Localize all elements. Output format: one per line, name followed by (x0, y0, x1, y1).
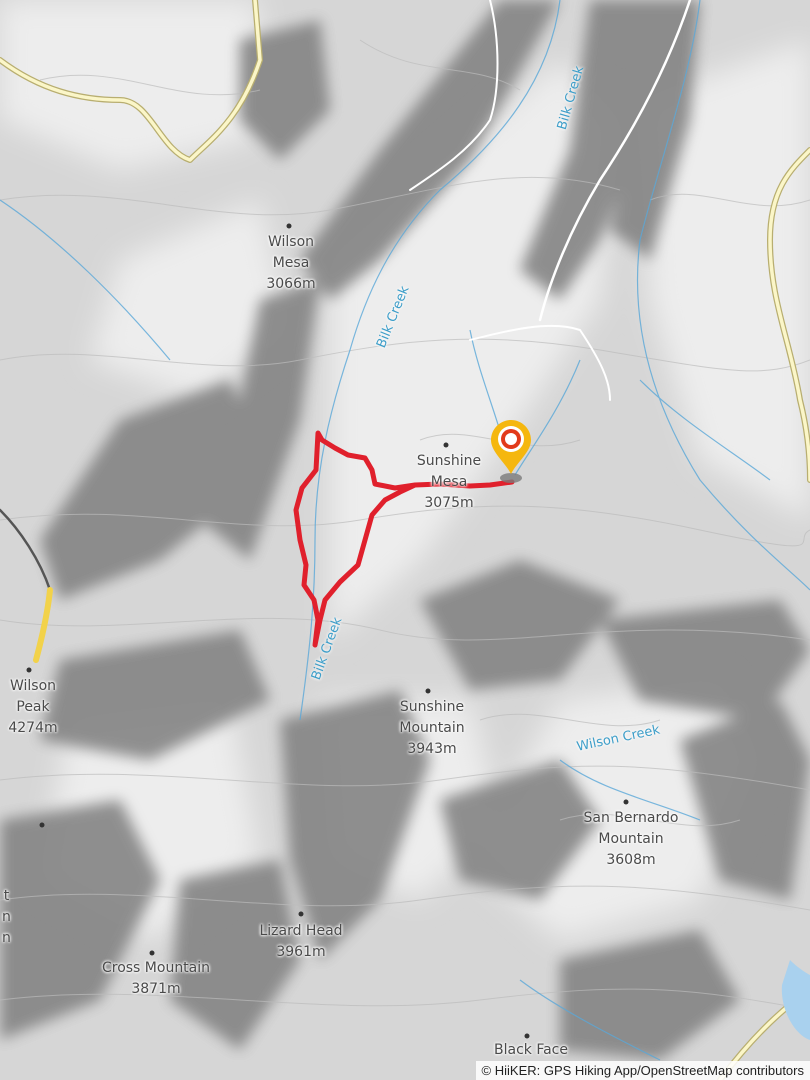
peak-dot-wilson-peak (26, 667, 32, 673)
peak-label-black-face: Black Face (494, 1042, 568, 1058)
peak-label-sunshine-mesa: Sunshine Mesa 3075m (416, 453, 482, 511)
peak-dot-unnamed (39, 822, 45, 828)
peak-dot-black-face (524, 1033, 530, 1039)
topographic-map[interactable] (0, 0, 810, 1080)
trailhead-marker[interactable] (489, 418, 533, 492)
peak-dot-lizard-head (298, 911, 304, 917)
peak-label-wilson-mesa: Wilson Mesa 3066m (266, 234, 316, 292)
peak-label-cross-mountain: Cross Mountain 3871m (101, 960, 211, 997)
location-pin-icon (491, 420, 531, 483)
map-attribution[interactable]: © HiiKER: GPS Hiking App/OpenStreetMap c… (475, 1061, 810, 1080)
peak-dot-sunshine-mountain (425, 688, 431, 694)
peak-dot-cross-mountain (149, 950, 155, 956)
peak-dot-san-bernardo (623, 799, 629, 805)
peak-label-sunshine-mountain: Sunshine Mountain 3943m (399, 699, 465, 757)
peak-label-san-bernardo-mountain: San Bernardo Mountain 3608m (583, 810, 679, 868)
peak-label-wilson-peak: Wilson Peak 4274m (8, 678, 58, 736)
edge-label-fragment: t n n (2, 888, 11, 946)
peak-dot-wilson-mesa (286, 223, 292, 229)
peak-label-lizard-head: Lizard Head 3961m (259, 923, 343, 960)
peak-dot-sunshine-mesa (443, 442, 449, 448)
